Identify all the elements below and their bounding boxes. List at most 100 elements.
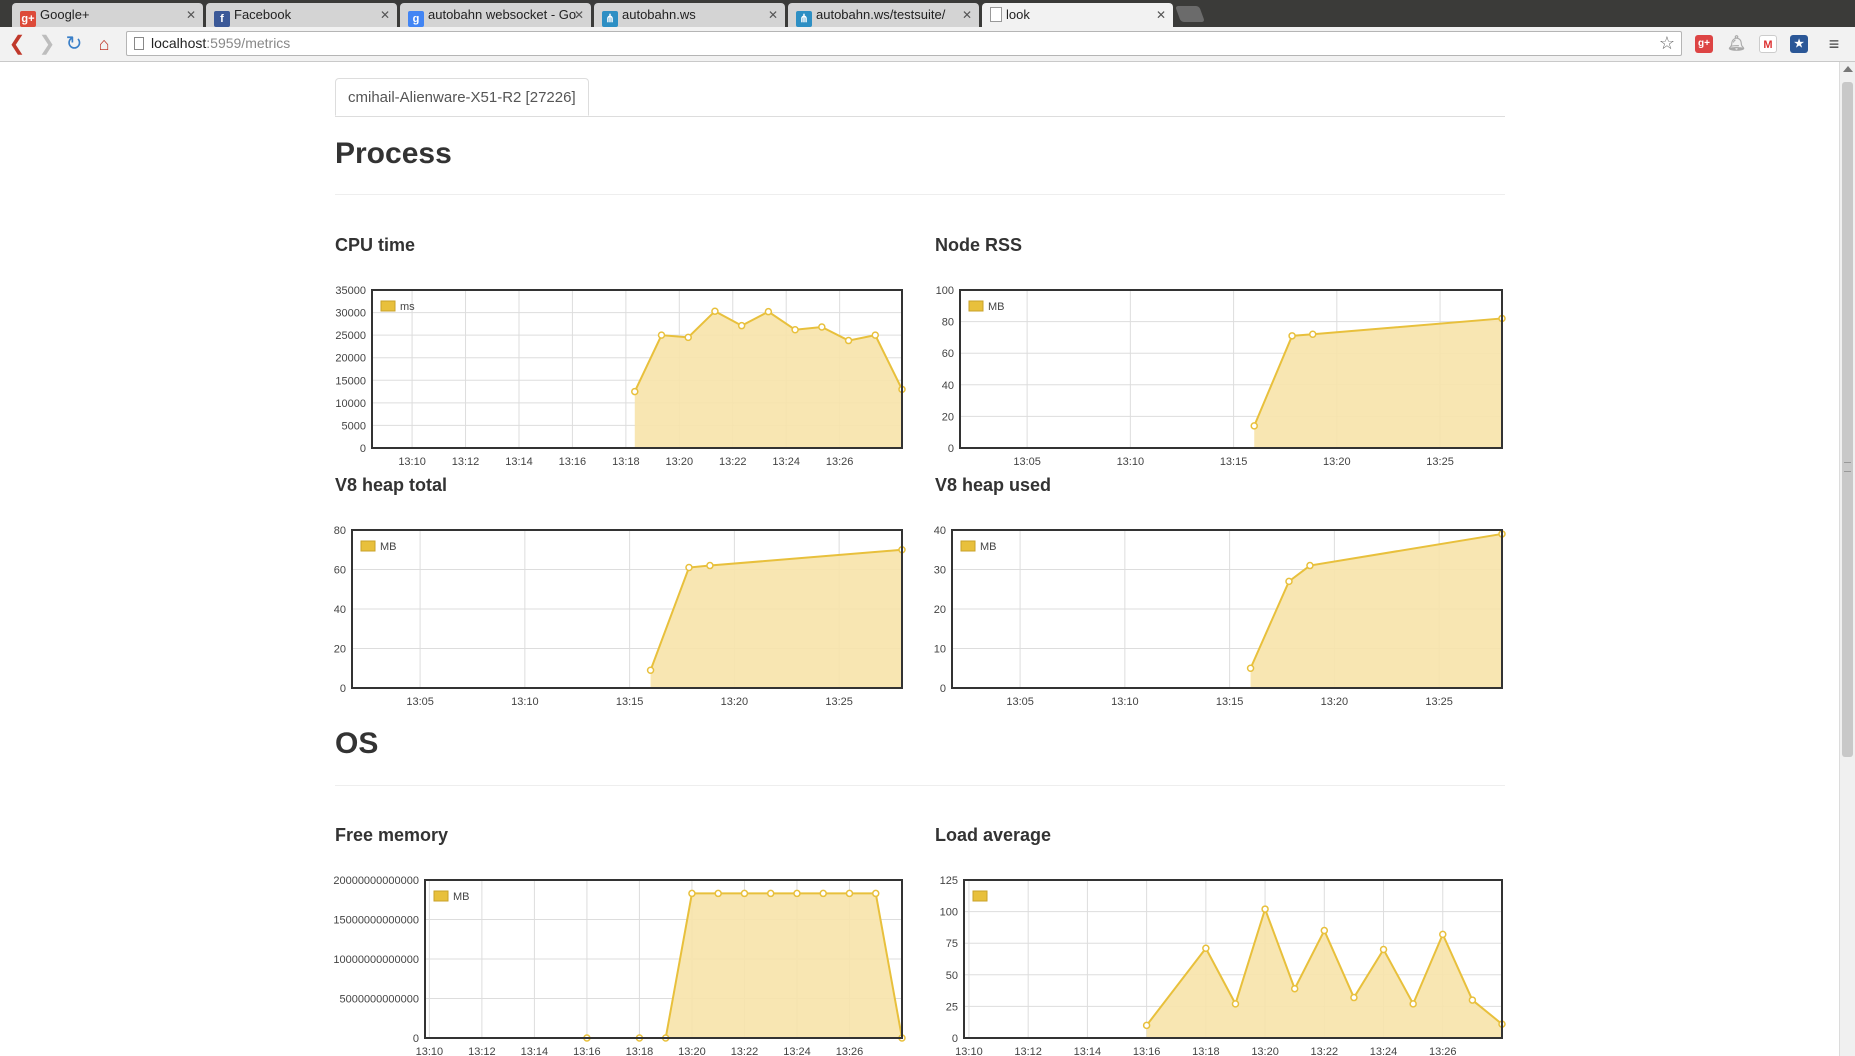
x-tick-label: 13:10 [511, 696, 539, 708]
page-scrollbar[interactable] [1839, 62, 1855, 1056]
address-bar[interactable]: localhost:5959/metrics ☆ [126, 31, 1682, 56]
y-tick-label: 15000000000000 [333, 915, 419, 927]
x-tick-label: 13:10 [1117, 456, 1145, 468]
data-point [1261, 905, 1269, 913]
section-title-os: OS [335, 727, 379, 760]
host-tab[interactable]: cmihail-Alienware-X51-R2 [27226] [335, 78, 589, 116]
y-tick-label: 25 [946, 1001, 958, 1013]
close-icon[interactable]: ✕ [380, 3, 390, 27]
menu-icon[interactable]: ≡ [1822, 32, 1846, 56]
v8-heap-used-chart: 0 10 20 30 40 13:05 13:10 13:15 13:20 13:25 MB [934, 525, 1506, 708]
y-tick-label: 80 [334, 525, 346, 537]
close-icon[interactable]: ✕ [768, 3, 778, 27]
data-point [688, 889, 696, 898]
x-tick-label: 13:22 [1311, 1046, 1339, 1056]
tab-title: autobahn.ws/testsuite/ [816, 7, 946, 22]
data-point [819, 889, 827, 898]
forward-arrow-icon[interactable]: ❯ [35, 32, 59, 56]
x-tick-label: 13:15 [1220, 456, 1248, 468]
y-tick-label: 0 [952, 1033, 958, 1045]
x-tick-label: 13:20 [1321, 696, 1349, 708]
legend-swatch [380, 300, 396, 312]
close-icon[interactable]: ✕ [186, 3, 196, 27]
x-tick-label: 13:22 [731, 1046, 759, 1056]
data-point [1285, 577, 1293, 586]
x-tick-label: 13:15 [1216, 696, 1244, 708]
back-arrow-icon[interactable]: ❮ [5, 32, 29, 56]
x-tick-label: 13:25 [825, 696, 853, 708]
gmail-icon[interactable]: M [1759, 35, 1777, 53]
x-tick-label: 13:18 [1192, 1046, 1220, 1056]
y-tick-label: 100 [936, 285, 954, 297]
y-tick-label: 60 [942, 348, 954, 360]
load-average-chart: 0 25 50 75 100 125 13:10 13:12 13:14 13:16 13:18 13… [940, 875, 1506, 1056]
x-tick-label: 13:15 [616, 696, 644, 708]
close-icon[interactable]: ✕ [574, 3, 584, 27]
data-point [766, 889, 775, 898]
data-point [1409, 1000, 1417, 1008]
data-point [845, 889, 854, 898]
y-tick-label: 30 [934, 565, 946, 577]
y-tick-label: 75 [946, 938, 958, 950]
data-point [871, 889, 880, 898]
page-icon [134, 37, 144, 50]
free-memory-chart: 0 5000000000000 10000000000000 150000000000… [333, 875, 906, 1056]
x-tick-label: 13:20 [1323, 456, 1351, 468]
x-tick-label: 13:05 [1013, 456, 1041, 468]
data-point [793, 889, 801, 898]
notifications-bell-icon[interactable]: 🔔︎ [1727, 35, 1746, 53]
bookmark-extension-icon[interactable]: ★ [1790, 35, 1808, 53]
x-tick-label: 13:10 [955, 1046, 983, 1056]
browser-tab-autobahn[interactable]: ⋔ autobahn.ws ✕ [594, 3, 785, 27]
data-point [818, 323, 826, 331]
y-tick-label: 10000000000000 [333, 954, 419, 966]
x-tick-label: 13:20 [721, 696, 749, 708]
y-tick-label: 40 [334, 604, 346, 616]
x-tick-label: 13:12 [452, 456, 480, 468]
y-tick-label: 80 [942, 317, 954, 329]
browser-tab-strip: g+ Google+ ✕ f Facebook ✕ g autobahn websoc… [0, 0, 1855, 27]
new-tab-button[interactable] [1175, 6, 1205, 22]
data-point [685, 563, 693, 572]
home-icon[interactable]: ⌂ [92, 32, 116, 56]
browser-tab-autobahn-testsuite[interactable]: ⋔ autobahn.ws/testsuite/ ✕ [788, 3, 979, 27]
scrollbar-thumb[interactable] [1842, 82, 1853, 757]
x-tick-label: 13:25 [1425, 696, 1453, 708]
close-icon[interactable]: ✕ [962, 3, 972, 27]
legend-swatch [960, 540, 976, 552]
x-tick-label: 13:12 [1014, 1046, 1042, 1056]
chart-title-free-memory: Free memory [335, 825, 449, 845]
scroll-up-icon[interactable] [1843, 66, 1853, 72]
data-point [684, 333, 692, 342]
browser-tab-autobahn-search[interactable]: g autobahn websocket - Go ✕ [400, 3, 591, 27]
google-search-icon: g [408, 11, 424, 27]
autobahn-icon: ⋔ [602, 11, 618, 27]
page-icon [990, 7, 1002, 22]
x-tick-label: 13:26 [1429, 1046, 1457, 1056]
v8-heap-total-chart: 0 20 40 60 80 13:05 13:10 13:15 13:20 13:25 MB [334, 525, 906, 708]
data-point [1142, 1021, 1151, 1030]
close-icon[interactable]: ✕ [1156, 3, 1166, 27]
y-tick-label: 0 [340, 683, 346, 695]
browser-tab-facebook[interactable]: f Facebook ✕ [206, 3, 397, 27]
y-tick-label: 0 [413, 1033, 419, 1045]
y-tick-label: 10 [934, 644, 946, 656]
y-tick-label: 5000 [342, 420, 366, 432]
google-plus-extension-icon[interactable]: g+ [1695, 35, 1713, 53]
tab-title: autobahn websocket - Go [428, 7, 577, 22]
bookmark-star-icon[interactable]: ☆ [1659, 32, 1675, 55]
reload-icon[interactable]: ↻ [62, 32, 86, 56]
data-point [1379, 945, 1388, 954]
section-divider [335, 785, 1505, 786]
data-point [737, 321, 746, 330]
y-tick-label: 10000 [335, 398, 366, 410]
browser-tab-google-plus[interactable]: g+ Google+ ✕ [12, 3, 203, 27]
x-tick-label: 13:22 [719, 456, 747, 468]
legend-label: MB [380, 541, 397, 553]
chart-title-v8-heap-total: V8 heap total [335, 475, 448, 495]
data-point [1439, 930, 1447, 939]
browser-tab-look[interactable]: look ✕ [982, 3, 1173, 27]
data-point [1250, 422, 1258, 430]
data-point [871, 331, 880, 339]
x-tick-label: 13:24 [783, 1046, 811, 1056]
